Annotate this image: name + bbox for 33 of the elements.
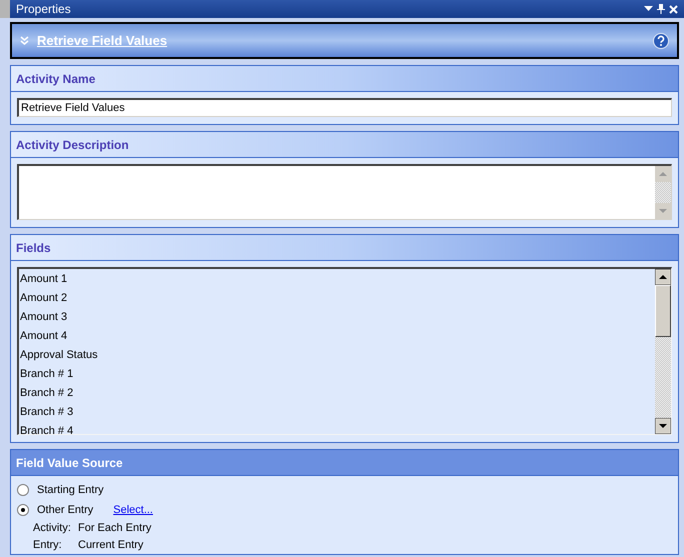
text-field[interactable]: Retrieve Field Values	[17, 98, 672, 117]
pin-icon[interactable]	[657, 4, 665, 14]
list-item[interactable]: Branch # 3	[19, 403, 655, 422]
list-item[interactable]: Amount 3	[19, 308, 655, 327]
window-title: Properties	[16, 1, 71, 18]
section-title: Field Value Source	[16, 454, 123, 472]
section-title: Activity Name	[16, 70, 96, 88]
radio-button[interactable]	[17, 484, 29, 496]
list-item[interactable]: Branch # 4	[19, 422, 655, 434]
scroll-down-icon[interactable]	[655, 418, 671, 434]
field-list[interactable]: Amount 1 Amount 2 Amount 3 Amount 4 Approval Status Branch # 1 Branch # 2 Branch # 3 Branch # 4	[17, 267, 672, 435]
radio-label[interactable]: Other Entry	[37, 502, 94, 518]
close-icon[interactable]	[669, 4, 678, 14]
section-title: Activity Description	[16, 136, 129, 154]
section-title: Fields	[16, 240, 51, 256]
detail-value: For Each Entry	[78, 521, 152, 536]
select-link[interactable]: Select...	[113, 502, 153, 518]
list-item[interactable]: Amount 4	[19, 327, 655, 346]
scrollbar[interactable]	[655, 269, 671, 434]
radio-button[interactable]	[17, 504, 29, 516]
help-icon[interactable]	[653, 32, 669, 48]
text-area[interactable]	[17, 164, 672, 220]
list-item[interactable]: Branch # 2	[19, 384, 655, 403]
detail-label: Activity:	[33, 521, 72, 536]
scroll-up-icon[interactable]	[655, 269, 671, 285]
detail-label: Entry:	[33, 538, 63, 554]
detail-value: Current Entry	[78, 538, 144, 554]
list-item[interactable]: Branch # 1	[19, 365, 655, 384]
list-item[interactable]: Approval Status	[19, 346, 655, 365]
dropdown-icon[interactable]	[644, 6, 653, 12]
radio-label[interactable]: Starting Entry	[37, 482, 104, 498]
list-item[interactable]: Amount 1	[19, 270, 655, 289]
list-item[interactable]: Amount 2	[19, 289, 655, 308]
